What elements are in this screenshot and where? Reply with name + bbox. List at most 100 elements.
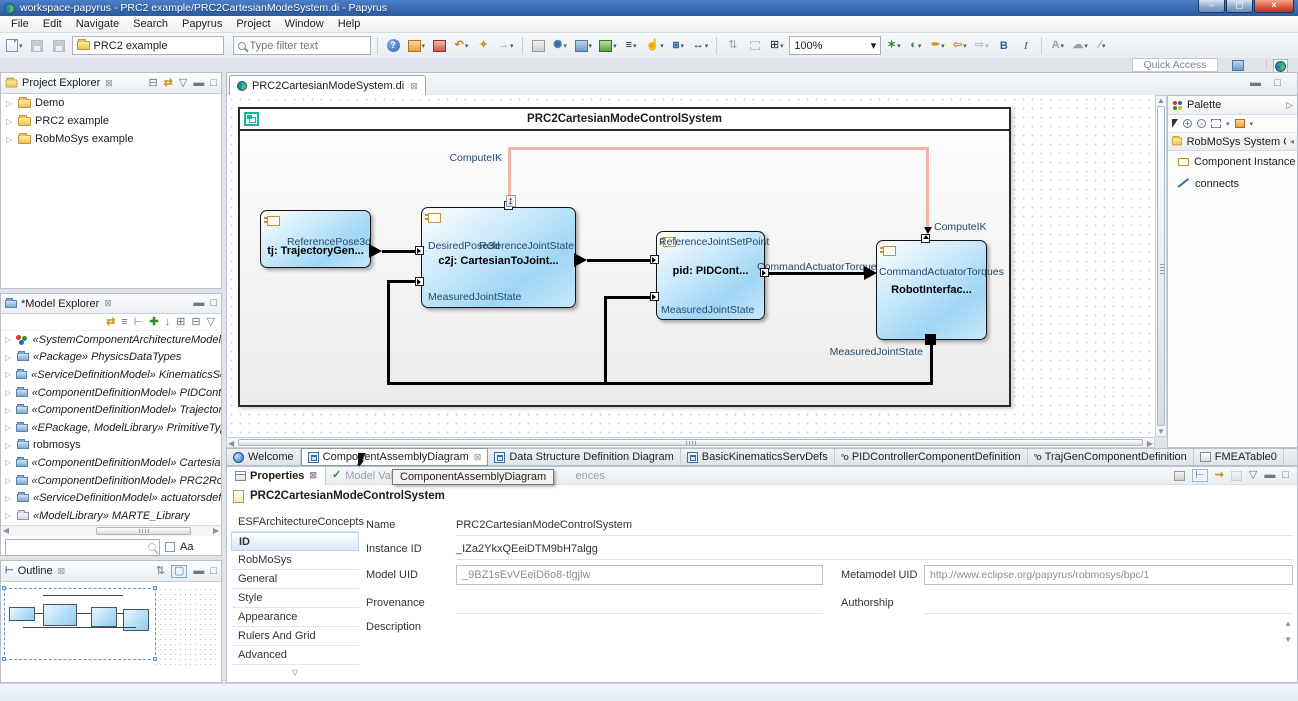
align-button[interactable]: ≡▾ bbox=[622, 36, 641, 55]
expand-arrow-icon[interactable]: ▷ bbox=[5, 494, 13, 503]
minimize-button[interactable]: – bbox=[1198, 0, 1225, 13]
menu-navigate[interactable]: Navigate bbox=[69, 17, 126, 31]
fill-color-button[interactable]: ☁▾ bbox=[1070, 36, 1090, 55]
port-label-measuredjointstate-pid[interactable]: MeasuredJointState bbox=[661, 304, 754, 316]
save-all-button[interactable] bbox=[50, 36, 69, 55]
menu-papyrus[interactable]: Papyrus bbox=[175, 17, 229, 31]
description-scroll-up-icon[interactable]: ▲ bbox=[1284, 619, 1292, 628]
validate-button[interactable] bbox=[430, 36, 449, 55]
port-pid-reference[interactable] bbox=[650, 255, 659, 264]
canvas-hscrollbar[interactable]: ◀ ▶ bbox=[226, 437, 1155, 448]
tab-close-icon[interactable]: ⊠ bbox=[410, 81, 418, 92]
help-button[interactable]: ? bbox=[384, 36, 403, 55]
tab-references-fragment[interactable]: ences bbox=[569, 470, 610, 482]
note-tool-icon[interactable] bbox=[1235, 119, 1245, 128]
editor-tab[interactable]: PRC2CartesianModeSystem.di ⊠ bbox=[229, 75, 426, 96]
expand-arrow-icon[interactable]: ▷ bbox=[6, 135, 14, 144]
model-item[interactable]: ▷«ComponentDefinitionModel» PIDControll bbox=[1, 384, 221, 402]
section-esfarchitectureconcepts[interactable]: ESFArchitectureConcepts bbox=[231, 513, 359, 532]
view-close-icon[interactable]: ⊠ bbox=[105, 78, 113, 89]
layers-button[interactable]: ▾ bbox=[597, 36, 619, 55]
model-item[interactable]: ▷«ComponentDefinitionModel» PRC2Robot bbox=[1, 472, 221, 490]
close-button[interactable]: × bbox=[1254, 0, 1294, 13]
tree-mode-icon[interactable]: ⊢ bbox=[134, 317, 144, 328]
palette-item-connects[interactable]: connects bbox=[1168, 173, 1297, 195]
pin-view-icon[interactable]: ⊢ bbox=[1192, 469, 1208, 482]
expand-arrow-icon[interactable]: ▷ bbox=[5, 458, 12, 467]
restore-button[interactable]: ▢ bbox=[1226, 0, 1253, 13]
filters-button[interactable]: ✺▾ bbox=[551, 36, 570, 55]
editor-maximize-icon[interactable]: □ bbox=[1274, 77, 1281, 89]
model-explorer-title[interactable]: *Model Explorer bbox=[21, 298, 99, 310]
port-label-computeik-robot[interactable]: ComputeIK bbox=[934, 221, 987, 233]
scrollbar-thumb[interactable] bbox=[1157, 106, 1165, 426]
tab-close-icon[interactable]: ⊠ bbox=[309, 470, 317, 481]
connector-measuredjointstate[interactable] bbox=[604, 296, 651, 299]
view-close-icon[interactable]: ⊠ bbox=[104, 298, 112, 309]
connector-measuredjointstate[interactable] bbox=[387, 382, 933, 385]
editor-minimize-icon[interactable]: ▬ bbox=[1250, 77, 1261, 89]
view-minimize-icon[interactable]: ▬ bbox=[193, 298, 204, 309]
forward-button[interactable]: →▾ bbox=[496, 36, 516, 55]
tab-componentassemblydiagram[interactable]: ComponentAssemblyDiagram ⊠ bbox=[301, 448, 489, 466]
new-button[interactable]: ▾ bbox=[4, 36, 25, 55]
connector-measuredjointstate[interactable] bbox=[387, 281, 390, 384]
tab-welcome[interactable]: Welcome bbox=[227, 449, 301, 465]
italic-button[interactable]: I bbox=[1016, 36, 1035, 55]
view-maximize-icon[interactable]: □ bbox=[210, 566, 217, 577]
marquee-dropdown-icon[interactable]: ▾ bbox=[1226, 120, 1230, 128]
project-explorer-title[interactable]: Project Explorer bbox=[22, 77, 100, 89]
scroll-right-arrow[interactable]: ▶ bbox=[211, 526, 221, 535]
model-item[interactable]: ▷«ServiceDefinitionModel» KinematicsServ… bbox=[1, 366, 221, 384]
field-value-instance-id[interactable]: _IZa2YkxQEeiDTM9bH7algg bbox=[456, 543, 598, 555]
open-model-button[interactable]: ▾ bbox=[406, 36, 428, 55]
bold-button[interactable]: B bbox=[994, 36, 1013, 55]
connector-referencejointstate[interactable] bbox=[587, 259, 652, 262]
view-menu-icon[interactable]: ▽ bbox=[1249, 470, 1257, 481]
menu-window[interactable]: Window bbox=[278, 17, 331, 31]
papyrus-perspective-button[interactable] bbox=[1273, 59, 1288, 73]
port-c2j-out[interactable] bbox=[574, 253, 587, 267]
back-button[interactable]: ⇦▾ bbox=[950, 36, 969, 55]
connector-referencepose[interactable] bbox=[382, 250, 417, 253]
model-item[interactable]: ▷«ModelLibrary» MARTE_Library bbox=[1, 507, 221, 525]
connector-computeik[interactable] bbox=[926, 147, 929, 233]
palette-group-robmosys[interactable]: RobMoSys System C... ◂ bbox=[1168, 133, 1297, 151]
model-item[interactable]: ▷robmosys bbox=[1, 437, 221, 455]
view-minimize-icon[interactable]: ▬ bbox=[193, 78, 204, 89]
view-maximize-icon[interactable]: □ bbox=[210, 78, 217, 89]
canvas-vscrollbar[interactable]: ▲ ▼ bbox=[1155, 95, 1167, 437]
expand-arrow-icon[interactable]: ▷ bbox=[5, 370, 12, 379]
section-general[interactable]: General bbox=[231, 570, 359, 589]
port-label-measuredjointstate-c2j[interactable]: MeasuredJointState bbox=[428, 291, 521, 303]
outline-title[interactable]: Outline bbox=[18, 565, 53, 577]
port-label-referencejointstate[interactable]: ReferenceJointState bbox=[479, 240, 573, 252]
line-color-button[interactable]: ∕▾ bbox=[1093, 36, 1112, 55]
port-c2j-measuredjoint[interactable] bbox=[415, 277, 424, 286]
section-robmosys[interactable]: RobMoSys bbox=[231, 551, 359, 570]
font-button[interactable]: A▾ bbox=[1048, 36, 1067, 55]
tab-trajgencomponentdefinition[interactable]: °o TrajGenComponentDefinition bbox=[1028, 449, 1194, 465]
expand-arrow-icon[interactable]: ▷ bbox=[5, 388, 12, 397]
menu-file[interactable]: File bbox=[4, 17, 36, 31]
palette-item-component-instance[interactable]: Component Instance bbox=[1168, 151, 1297, 173]
model-filter-input[interactable] bbox=[5, 539, 160, 556]
mark-button[interactable]: ✦ bbox=[474, 36, 493, 55]
metamodel-uid-input[interactable] bbox=[924, 565, 1293, 585]
expand-arrow-icon[interactable]: ▷ bbox=[5, 353, 13, 362]
palette-collapse-icon[interactable]: ▷ bbox=[1286, 100, 1293, 111]
link-button[interactable]: ⇅ bbox=[723, 36, 742, 55]
view-menu-icon[interactable]: ▽ bbox=[207, 317, 215, 328]
port-label-commandactuatortorques[interactable]: CommandActuatorTorques bbox=[879, 266, 1004, 278]
port-label-computeik-c2j[interactable]: ComputeIK bbox=[432, 152, 502, 164]
view-menu-icon[interactable]: ▽ bbox=[179, 78, 187, 89]
list-mode-icon[interactable]: ≡ bbox=[121, 317, 127, 328]
next-button[interactable]: ⇨▾ bbox=[972, 36, 991, 55]
diagram-canvas[interactable]: PRC2CartesianModeControlSystem Reference… bbox=[226, 95, 1155, 437]
open-perspective-button[interactable] bbox=[1232, 59, 1244, 71]
annotate-button[interactable]: ✒▾ bbox=[928, 36, 947, 55]
model-item[interactable]: ▷«SystemComponentArchitectureModel, S bbox=[1, 331, 221, 349]
menu-help[interactable]: Help bbox=[331, 17, 368, 31]
outline-overview-icon[interactable]: ▢ bbox=[171, 565, 187, 578]
view-maximize-icon[interactable]: □ bbox=[210, 298, 217, 309]
